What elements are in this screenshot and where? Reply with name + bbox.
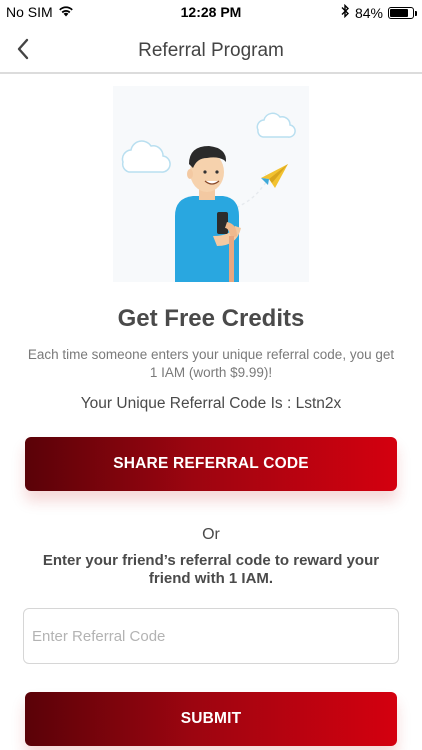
battery-fill	[390, 8, 409, 17]
headline: Get Free Credits	[117, 305, 305, 332]
battery-percent: 84%	[354, 4, 383, 21]
person-figure	[175, 146, 241, 282]
page-title: Referral Program	[138, 40, 284, 61]
friend-instructions: Enter your friend’s referral code to rew…	[42, 552, 380, 587]
battery-icon	[388, 6, 417, 19]
nav-bar: Referral Program	[0, 24, 422, 74]
bluetooth-icon	[341, 3, 350, 21]
referral-illustration	[113, 86, 309, 282]
share-referral-code-button[interactable]: SHARE REFERRAL CODE	[25, 437, 397, 491]
status-bar: No SIM 12:28 PM 84%	[0, 0, 422, 24]
or-divider-text: Or	[202, 526, 220, 543]
battery-cap	[415, 10, 417, 16]
status-right: 84%	[341, 3, 417, 21]
cloud-icon	[121, 140, 171, 173]
referral-code-label: Your Unique Referral Code Is : Lstn2x	[80, 395, 342, 412]
description: Each time someone enters your unique ref…	[27, 347, 395, 380]
cloud-icon	[256, 112, 296, 138]
submit-button[interactable]: SUBMIT	[25, 692, 397, 746]
referral-code-input[interactable]	[23, 608, 399, 664]
